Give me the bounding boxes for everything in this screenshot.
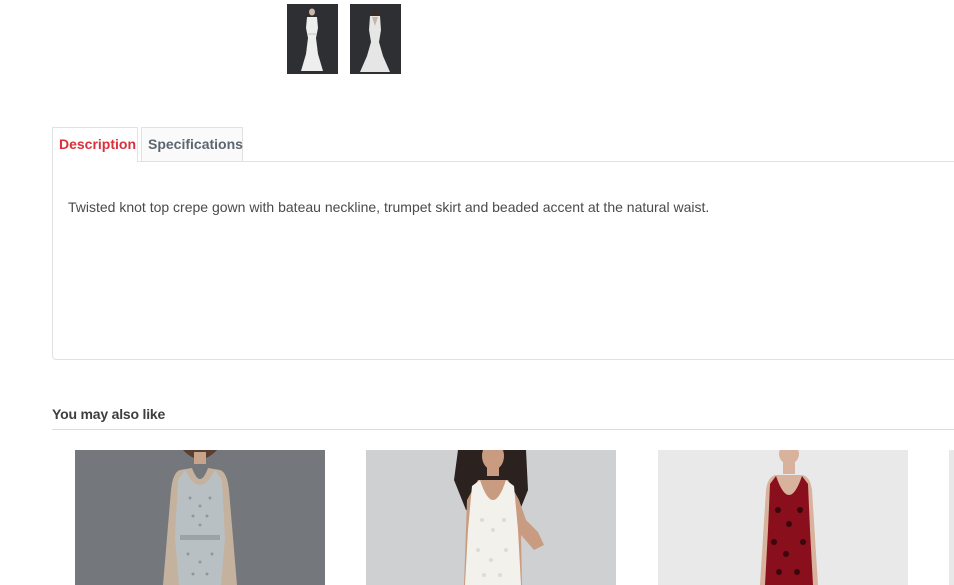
- product-tabs: Description Specifications: [52, 127, 954, 162]
- description-text: Twisted knot top crepe gown with bateau …: [68, 199, 710, 215]
- gown-back-thumbnail[interactable]: [350, 4, 401, 74]
- recommendations-title: You may also like: [52, 406, 166, 422]
- description-panel: Twisted knot top crepe gown with bateau …: [52, 161, 954, 360]
- white-lace-gown-image: [366, 450, 616, 585]
- section-divider: [52, 429, 954, 430]
- recommended-product-4-partial[interactable]: [949, 450, 954, 585]
- gown-front-thumbnail[interactable]: [287, 4, 338, 74]
- silver-beaded-gown-image: [75, 450, 325, 585]
- recommended-product-2[interactable]: [366, 450, 616, 585]
- tab-specifications[interactable]: Specifications: [141, 127, 243, 161]
- red-sequin-gown-image: [658, 450, 908, 585]
- recommended-product-3[interactable]: [658, 450, 908, 585]
- recommended-product-1[interactable]: [75, 450, 325, 585]
- tab-description[interactable]: Description: [52, 127, 138, 162]
- gown-front-image: [287, 4, 338, 74]
- gown-back-image: [350, 4, 401, 74]
